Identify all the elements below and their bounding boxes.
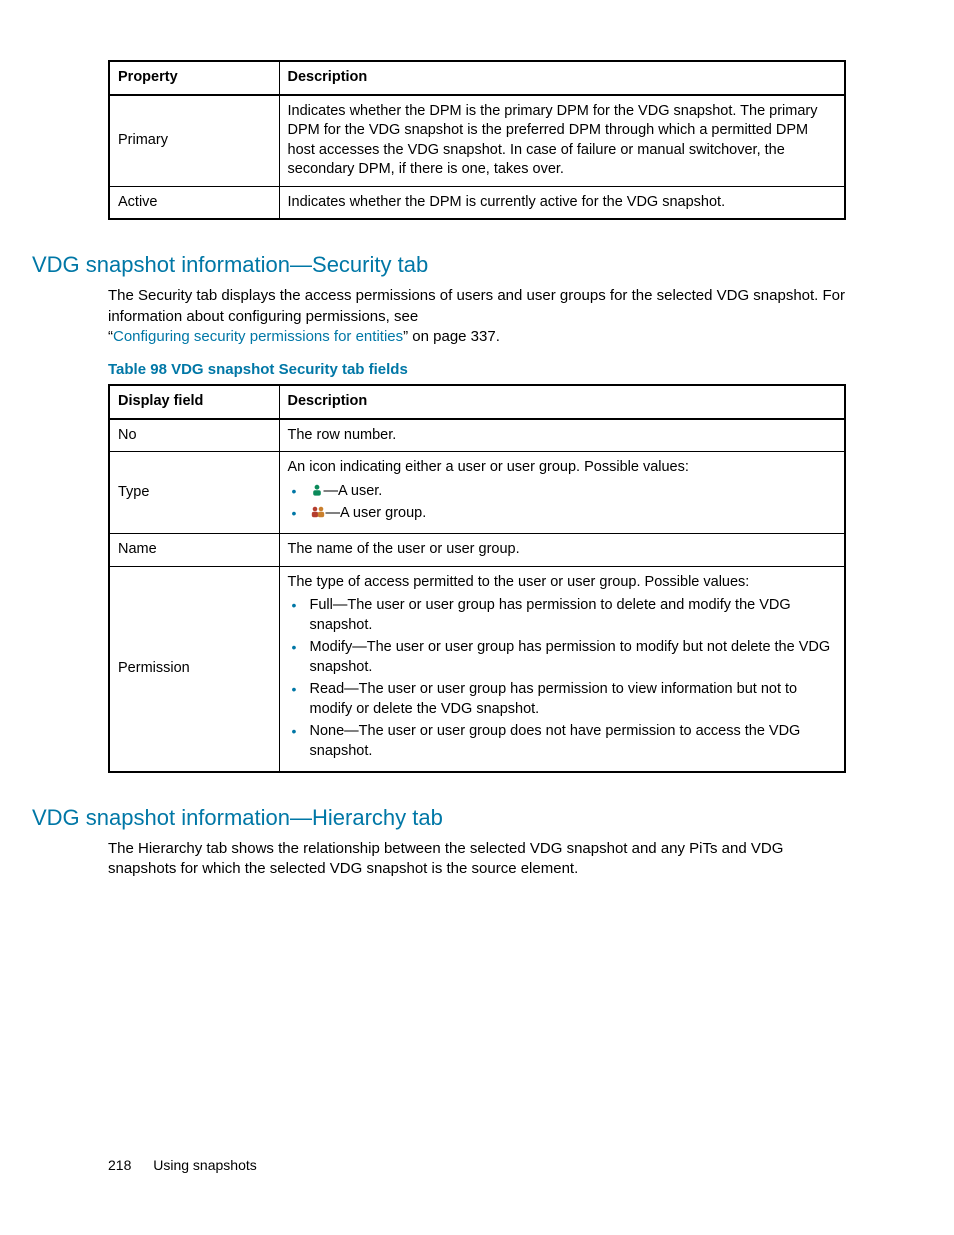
list-item: Full—The user or user group has permissi… xyxy=(306,596,837,635)
cell-property: Primary xyxy=(109,95,279,187)
list-permission-values: Full—The user or user group has permissi… xyxy=(288,596,837,762)
table-row: Active Indicates whether the DPM is curr… xyxy=(109,186,845,219)
text-type-lead: An icon indicating either a user or user… xyxy=(288,459,689,475)
footer-title: Using snapshots xyxy=(153,1157,257,1173)
page-number: 218 xyxy=(108,1157,131,1173)
heading-security-tab: VDG snapshot information—Security tab xyxy=(32,252,846,278)
user-group-icon xyxy=(310,505,326,519)
th-display-field: Display field xyxy=(109,385,279,419)
cell-property: Active xyxy=(109,186,279,219)
cell-description: The name of the user or user group. xyxy=(279,533,845,566)
page-footer: 218 Using snapshots xyxy=(108,1157,257,1173)
quote-close-pageref: ” on page 337. xyxy=(403,328,500,345)
list-item: Modify—The user or user group has permis… xyxy=(306,638,837,677)
cell-field: No xyxy=(109,419,279,452)
paragraph-security-intro: The Security tab displays the access per… xyxy=(108,286,846,347)
cell-description: The type of access permitted to the user… xyxy=(279,566,845,772)
cell-description: Indicates whether the DPM is the primary… xyxy=(279,95,845,187)
list-item: —A user group. xyxy=(306,504,837,524)
link-configuring-security[interactable]: Configuring security permissions for ent… xyxy=(113,328,403,345)
th-description: Description xyxy=(279,385,845,419)
list-item: Read—The user or user group has permissi… xyxy=(306,680,837,719)
text-group: —A user group. xyxy=(326,505,427,521)
text-user: —A user. xyxy=(324,483,383,499)
table-security-fields: Display field Description No The row num… xyxy=(108,384,846,772)
th-description: Description xyxy=(279,61,845,95)
text-security-intro: The Security tab displays the access per… xyxy=(108,287,845,324)
table-header-row: Display field Description xyxy=(109,385,845,419)
table-property-description: Property Description Primary Indicates w… xyxy=(108,60,846,220)
cell-field: Type xyxy=(109,452,279,534)
table-row: Permission The type of access permitted … xyxy=(109,566,845,772)
table-row: Type An icon indicating either a user or… xyxy=(109,452,845,534)
list-item: None—The user or user group does not hav… xyxy=(306,722,837,761)
text-perm-lead: The type of access permitted to the user… xyxy=(288,574,750,590)
list-item: —A user. xyxy=(306,482,837,502)
table-header-row: Property Description xyxy=(109,61,845,95)
table-row: Name The name of the user or user group. xyxy=(109,533,845,566)
cell-description: Indicates whether the DPM is currently a… xyxy=(279,186,845,219)
table-row: Primary Indicates whether the DPM is the… xyxy=(109,95,845,187)
table-caption-98: Table 98 VDG snapshot Security tab field… xyxy=(108,361,846,378)
cell-description: An icon indicating either a user or user… xyxy=(279,452,845,534)
table-row: No The row number. xyxy=(109,419,845,452)
cell-field: Name xyxy=(109,533,279,566)
heading-hierarchy-tab: VDG snapshot information—Hierarchy tab xyxy=(32,805,846,831)
user-icon xyxy=(310,483,324,497)
list-type-values: —A user. —A user group. xyxy=(288,482,837,524)
cell-description: The row number. xyxy=(279,419,845,452)
paragraph-hierarchy: The Hierarchy tab shows the relationship… xyxy=(108,839,846,880)
th-property: Property xyxy=(109,61,279,95)
cell-field: Permission xyxy=(109,566,279,772)
